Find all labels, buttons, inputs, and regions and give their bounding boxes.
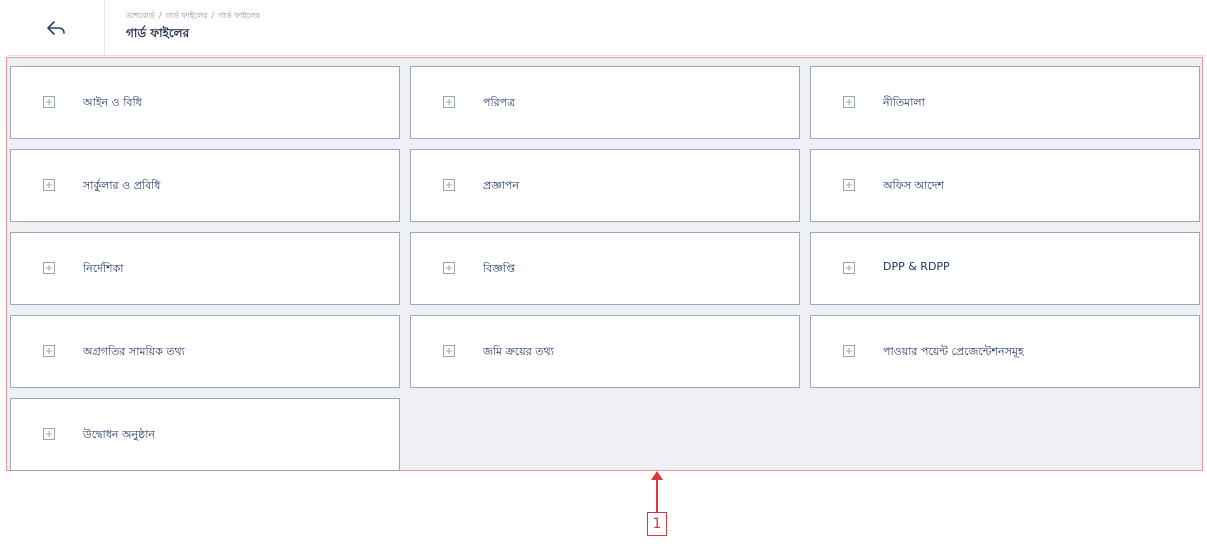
breadcrumb: ডাশবোর্ড / গার্ড ফাইলের / গার্ড ফাইলের: [126, 10, 260, 23]
breadcrumb-item-dashboard[interactable]: ডাশবোর্ড: [126, 11, 155, 20]
plus-square-icon: [443, 345, 455, 357]
category-label: সার্কুলার ও প্রবিধি: [83, 179, 161, 192]
category-card-guideline[interactable]: নির্দেশিকা: [10, 232, 400, 305]
back-arrow-icon: [47, 20, 65, 35]
category-label: অফিস আদেশ: [883, 179, 945, 192]
plus-square-icon: [843, 262, 855, 274]
annotation-callout-number: 1: [647, 512, 667, 536]
page-title: গার্ড ফাইলের: [126, 26, 190, 40]
category-card-dpp-rdpp[interactable]: DPP & RDPP: [810, 232, 1200, 305]
category-card-notification[interactable]: প্রজ্ঞাপন: [410, 149, 800, 222]
category-label: নির্দেশিকা: [83, 262, 124, 275]
category-card-inauguration[interactable]: উদ্বোধন অনুষ্ঠান: [10, 398, 400, 471]
category-card-office-order[interactable]: অফিস আদেশ: [810, 149, 1200, 222]
category-label: প্রজ্ঞাপন: [483, 179, 519, 192]
category-label: পাওয়ার পয়েন্ট প্রেজেন্টেশনসমূহ: [883, 345, 1024, 358]
plus-square-icon: [43, 345, 55, 357]
breadcrumb-item-section[interactable]: গার্ড ফাইলের: [166, 11, 208, 20]
category-card-policy[interactable]: নীতিমালা: [810, 66, 1200, 139]
category-card-land-purchase-info[interactable]: জমি ক্রয়ের তথ্য: [410, 315, 800, 388]
plus-square-icon: [843, 345, 855, 357]
category-label: উদ্বোধন অনুষ্ঠান: [83, 428, 155, 441]
category-label: আইন ও বিধি: [83, 96, 142, 109]
category-label: অগ্রগতির সাময়িক তথ্য: [83, 345, 185, 358]
page-header: ডাশবোর্ড / গার্ড ফাইলের / গার্ড ফাইলের গার্ড…: [8, 0, 1206, 56]
category-card-act-rules[interactable]: আইন ও বিধি: [10, 66, 400, 139]
plus-square-icon: [43, 262, 55, 274]
back-button[interactable]: [8, 0, 105, 55]
plus-square-icon: [443, 96, 455, 108]
category-card-circular[interactable]: পরিপত্র: [410, 66, 800, 139]
breadcrumb-separator: /: [158, 11, 162, 20]
plus-square-icon: [443, 262, 455, 274]
category-label: বিজ্ঞপ্তি: [483, 262, 515, 275]
plus-square-icon: [443, 179, 455, 191]
annotation-arrow-line: [656, 478, 658, 512]
category-card-announcement[interactable]: বিজ্ঞপ্তি: [410, 232, 800, 305]
breadcrumb-separator: /: [211, 11, 215, 20]
plus-square-icon: [843, 96, 855, 108]
category-card-circular-regulation[interactable]: সার্কুলার ও প্রবিধি: [10, 149, 400, 222]
category-label: পরিপত্র: [483, 96, 516, 109]
category-card-presentations[interactable]: পাওয়ার পয়েন্ট প্রেজেন্টেশনসমূহ: [810, 315, 1200, 388]
breadcrumb-item-current: গার্ড ফাইলের: [218, 11, 261, 20]
category-label: জমি ক্রয়ের তথ্য: [483, 345, 554, 358]
plus-square-icon: [43, 96, 55, 108]
category-card-progress-info[interactable]: অগ্রগতির সাময়িক তথ্য: [10, 315, 400, 388]
category-label: DPP & RDPP: [883, 260, 950, 273]
plus-square-icon: [43, 428, 55, 440]
plus-square-icon: [843, 179, 855, 191]
plus-square-icon: [43, 179, 55, 191]
guard-file-category-grid: আইন ও বিধি পরিপত্র নীতিমালা সার্কুলার ও …: [6, 57, 1203, 471]
category-label: নীতিমালা: [883, 96, 925, 109]
